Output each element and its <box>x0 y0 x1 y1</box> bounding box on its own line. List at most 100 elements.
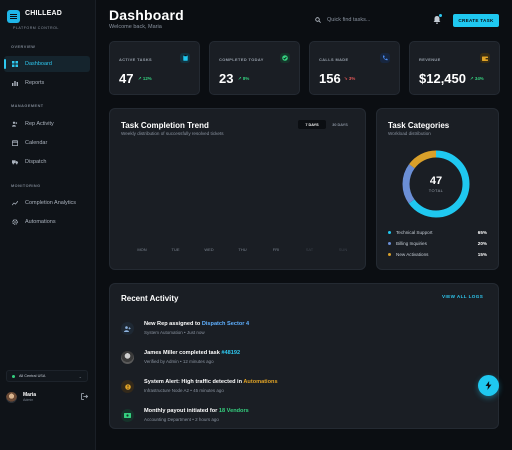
stat-label: COMPLETED TODAY <box>219 57 264 62</box>
activity-meta: Infrastructure Node A2 • 45 minutes ago <box>144 388 224 393</box>
legend-dot <box>388 230 391 234</box>
activity-item[interactable]: Monthly payout initiated for 18 Vendors … <box>121 408 481 428</box>
stat-card-completed-today[interactable]: COMPLETED TODAY 23 ↗ 8% <box>209 41 300 95</box>
page-title: Dashboard <box>109 7 184 23</box>
section-management: MANAGEMENT <box>11 104 44 108</box>
range-30-days[interactable]: 30 DAYS <box>326 120 354 129</box>
calendar-icon <box>12 140 18 146</box>
notification-dot <box>439 14 442 17</box>
section-monitoring: MONITORING <box>11 184 41 188</box>
page-subtitle: Welcome back, Maria <box>109 24 162 30</box>
legend-pct: 20% <box>477 240 487 246</box>
user-role: Admin <box>23 397 34 402</box>
money-icon <box>121 409 134 422</box>
activity-title: Recent Activity <box>121 294 179 303</box>
activity-title-text: James Miller completed task #48192 <box>144 350 240 356</box>
brand-logo[interactable]: CHILLEAD <box>7 10 62 23</box>
brand-name: CHILLEAD <box>25 10 62 17</box>
stat-value: 156 <box>319 71 341 86</box>
create-task-button[interactable]: CREATE TASK <box>453 14 499 27</box>
quick-action-button[interactable] <box>478 375 499 396</box>
sidebar-item-dispatch[interactable]: Dispatch <box>4 154 90 170</box>
activity-highlight[interactable]: #48192 <box>221 350 240 356</box>
activity-item[interactable]: New Rep assigned to Dispatch Sector 4 Sy… <box>121 321 481 341</box>
search-input[interactable] <box>327 17 407 23</box>
sidebar-item-automations[interactable]: Automations <box>4 214 90 230</box>
sidebar-item-label: Dashboard <box>25 61 52 67</box>
range-7-days[interactable]: 7 DAYS <box>298 120 326 129</box>
activity-meta: System Automation • Just now <box>144 330 205 335</box>
view-all-logs-link[interactable]: VIEW ALL LOGS <box>442 294 483 299</box>
stat-value: 47 <box>119 71 134 86</box>
brand-tagline: PLATFORM CONTROL <box>13 26 59 30</box>
user-name: Maria <box>23 391 37 398</box>
avatar <box>6 391 17 403</box>
trend-title: Task Completion Trend <box>121 121 209 130</box>
sidebar-item-dashboard[interactable]: Dashboard <box>4 56 90 72</box>
sidebar-item-label: Dispatch <box>25 159 47 165</box>
activity-highlight[interactable]: Automations <box>243 379 277 385</box>
sidebar-item-label: Automations <box>25 219 56 225</box>
stat-label: REVENUE <box>419 57 441 62</box>
legend-dot <box>388 252 391 256</box>
activity-item[interactable]: James Miller completed task #48192 Verif… <box>121 350 481 370</box>
categories-subtitle: Workload distribution <box>388 131 431 136</box>
phone-icon <box>380 53 390 63</box>
activity-highlight[interactable]: Dispatch Sector 4 <box>202 321 249 327</box>
grid-icon <box>12 61 18 67</box>
user-plus-icon <box>121 322 134 335</box>
day-label-wed: WED <box>204 247 213 252</box>
legend-item: Billing Inquiries 20% <box>388 239 487 247</box>
legend-pct: 15% <box>477 251 487 257</box>
day-label-sat: SAT <box>306 247 314 252</box>
stat-value: $12,450 <box>419 71 466 86</box>
alert-icon <box>121 380 134 393</box>
activity-highlight[interactable]: 18 Vendors <box>219 408 249 414</box>
stat-label: CALLS MADE <box>319 57 349 62</box>
user-profile[interactable]: Maria Admin <box>6 389 90 405</box>
legend-item: New Activations 15% <box>388 250 487 258</box>
sidebar-item-calendar[interactable]: Calendar <box>4 135 90 151</box>
categories-title: Task Categories <box>388 121 450 130</box>
range-toggle[interactable]: 7 DAYS 30 DAYS <box>298 120 354 129</box>
sidebar: CHILLEAD PLATFORM CONTROL OVERVIEW Dashb… <box>0 0 96 450</box>
chart-icon <box>12 80 18 86</box>
stat-delta: ↘ 3% <box>344 76 356 81</box>
activity-title-text: System Alert: High traffic detected in A… <box>144 379 278 385</box>
sidebar-item-rep-activity[interactable]: Rep Activity <box>4 116 90 132</box>
legend-item: Technical Support 65% <box>388 228 487 236</box>
stat-card-calls-made[interactable]: CALLS MADE 156 ↘ 3% <box>309 41 400 95</box>
activity-item[interactable]: System Alert: High traffic detected in A… <box>121 379 481 399</box>
activity-title-text: Monthly payout initiated for 18 Vendors <box>144 408 249 414</box>
region-selector[interactable]: All Central USA ⌄ <box>6 370 88 382</box>
day-label-fri: FRI <box>273 247 279 252</box>
stat-card-active-tasks[interactable]: ACTIVE TASKS 47 ↗ 12% <box>109 41 200 95</box>
region-label: All Central USA <box>19 374 46 378</box>
day-label-tue: TUE <box>172 247 180 252</box>
stat-delta: ↗ 34% <box>470 76 484 81</box>
search-bar[interactable] <box>315 13 420 27</box>
search-icon <box>315 17 321 23</box>
trend-chart: MON TUE WED THU FRI SAT SUN <box>137 247 348 252</box>
sidebar-item-label: Rep Activity <box>25 121 54 127</box>
activity-title-text: New Rep assigned to Dispatch Sector 4 <box>144 321 249 327</box>
check-icon <box>280 53 290 63</box>
truck-icon <box>12 159 18 165</box>
sidebar-item-completion-analytics[interactable]: Completion Analytics <box>4 195 90 211</box>
sidebar-item-label: Completion Analytics <box>25 200 77 206</box>
day-label-sun: SUN <box>339 247 348 252</box>
sidebar-item-reports[interactable]: Reports <box>4 75 90 91</box>
chevron-down-icon: ⌄ <box>78 373 82 379</box>
logout-icon[interactable] <box>81 393 88 400</box>
sidebar-item-label: Calendar <box>25 140 48 146</box>
donut-total: 47 <box>429 175 443 187</box>
activity-meta: Verified by Admin • 12 minutes ago <box>144 359 214 364</box>
status-dot <box>12 374 15 378</box>
donut-total-label: TOTAL <box>428 188 444 193</box>
activity-text: James Miller completed task <box>144 350 222 356</box>
stat-card-revenue[interactable]: REVENUE $12,450 ↗ 34% <box>409 41 500 95</box>
legend-dot <box>388 241 391 245</box>
day-label-thu: THU <box>238 247 246 252</box>
trend-icon <box>12 200 18 206</box>
legend-pct: 65% <box>477 229 487 235</box>
